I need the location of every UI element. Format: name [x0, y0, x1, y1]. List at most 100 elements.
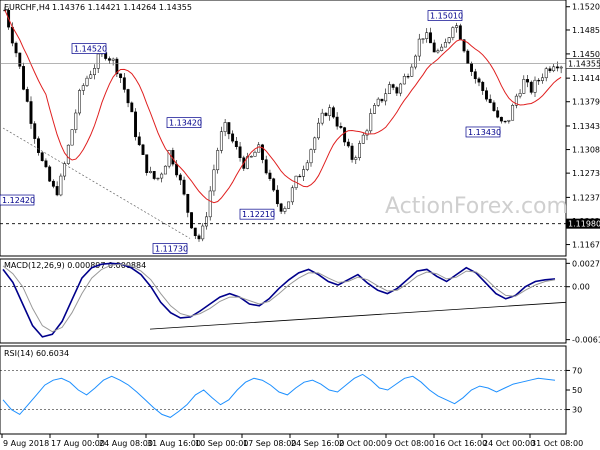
- rsi-tick-label: 50: [572, 386, 582, 395]
- candle-body: [339, 126, 343, 128]
- candle-body: [33, 123, 37, 139]
- candle-body: [96, 53, 100, 69]
- chart-root: EURCHF,H4 1.14376 1.14421 1.14264 1.1435…: [0, 0, 600, 448]
- candle-body: [376, 98, 380, 106]
- candle-body: [541, 77, 544, 81]
- candle-body: [111, 58, 115, 61]
- candle-body: [477, 78, 481, 83]
- candle-body: [238, 146, 242, 158]
- level-label: 1.11980: [568, 220, 600, 229]
- candle-body: [499, 116, 503, 122]
- watermark: ActionForex.com: [385, 194, 568, 219]
- candle-body: [223, 122, 227, 132]
- chart-symbol: EURCHF,H4: [4, 3, 50, 12]
- candle-body: [544, 68, 548, 79]
- candle-body: [552, 66, 556, 72]
- x-tick-label: 24 Sep 16:00: [291, 439, 344, 448]
- rsi-tick-label: 30: [572, 406, 582, 415]
- candle-body: [70, 129, 74, 146]
- candle-body: [361, 134, 365, 144]
- price-tick-label: 1.13430: [572, 122, 600, 131]
- candle-body: [63, 163, 67, 177]
- candle-body: [149, 171, 152, 173]
- candle-body: [399, 83, 403, 94]
- candle-body: [29, 101, 33, 124]
- x-tick-label: 17 Aug 00:00: [51, 439, 105, 448]
- candle-body: [134, 111, 137, 138]
- x-tick-label: 24 Oct 00:00: [483, 439, 535, 448]
- rsi-panel: [0, 345, 567, 435]
- candle-body: [51, 180, 55, 187]
- candle-body: [350, 145, 354, 160]
- price-y-axis: 1.15200 1.14855 1.14500 1.14140 1.13790 1.134…: [566, 3, 600, 250]
- x-tick-label: 24 Aug 08:00: [99, 439, 153, 448]
- annotation-label: 1.13420: [169, 119, 202, 128]
- candle-body: [126, 89, 130, 104]
- candle-body: [555, 66, 559, 69]
- candle-body: [107, 58, 111, 61]
- candle-body: [190, 212, 193, 229]
- candle-body: [178, 174, 182, 181]
- candle-body: [373, 105, 376, 114]
- x-tick-label: 2 Oct 00:00: [339, 439, 386, 448]
- annotation-label: 1.14520: [74, 45, 107, 54]
- candle-body: [55, 186, 59, 196]
- candle-body: [320, 112, 324, 124]
- candle-body: [354, 157, 358, 160]
- candle-body: [436, 50, 440, 53]
- candle-body: [481, 81, 485, 91]
- candle-body: [369, 113, 373, 132]
- candle-body: [145, 154, 149, 173]
- rsi-y-axis: 70 50 30: [566, 366, 582, 415]
- candle-body: [272, 178, 276, 191]
- candle-body: [160, 173, 164, 179]
- candle-body: [156, 177, 160, 180]
- candle-body: [66, 144, 70, 164]
- price-tick-label: 1.15200: [572, 3, 600, 12]
- candle-body: [537, 79, 541, 82]
- candle-body: [328, 107, 332, 116]
- candle-body: [414, 55, 417, 68]
- x-tick-label: 10 Sep 00:00: [195, 439, 248, 448]
- candle-body: [451, 27, 455, 38]
- candle-body: [458, 25, 462, 40]
- candle-body: [48, 166, 52, 182]
- candle-body: [287, 201, 291, 209]
- candle-body: [485, 90, 488, 100]
- candle-body: [473, 71, 477, 80]
- candle-body: [78, 90, 81, 114]
- macd-tick-label: 0.00: [572, 283, 590, 292]
- candle-body: [421, 38, 425, 40]
- candle-body: [466, 50, 470, 64]
- candle-body: [231, 133, 235, 142]
- candle-body: [507, 119, 511, 122]
- price-tick-label: 1.13790: [572, 98, 600, 107]
- candle-body: [526, 79, 529, 83]
- price-tick-label: 1.13080: [572, 146, 600, 155]
- candle-body: [182, 179, 186, 195]
- annotation-label: 1.12210: [242, 210, 275, 219]
- macd-tick-label: 0.0027: [572, 259, 600, 268]
- candle-body: [518, 93, 522, 97]
- candle-body: [253, 151, 257, 157]
- price-tick-label: 1.14500: [572, 50, 600, 59]
- candle-body: [380, 98, 384, 102]
- candle-body: [432, 42, 436, 53]
- candle-body: [257, 144, 261, 153]
- macd-panel: [0, 258, 567, 344]
- candle-body: [305, 162, 309, 170]
- candle-body: [163, 165, 167, 175]
- current-price-label: 1.14355: [568, 60, 600, 69]
- candle-body: [137, 136, 141, 146]
- candle-body: [331, 107, 335, 118]
- annotation-label: 1.11730: [155, 245, 188, 254]
- candle-body: [130, 102, 134, 113]
- candle-body: [324, 112, 328, 116]
- candle-body: [10, 26, 14, 44]
- price-tick-label: 1.14855: [572, 26, 600, 35]
- candle-body: [529, 81, 533, 93]
- candle-body: [343, 127, 347, 143]
- candle-body: [74, 112, 78, 130]
- candle-body: [522, 79, 526, 94]
- candle-body: [249, 156, 253, 158]
